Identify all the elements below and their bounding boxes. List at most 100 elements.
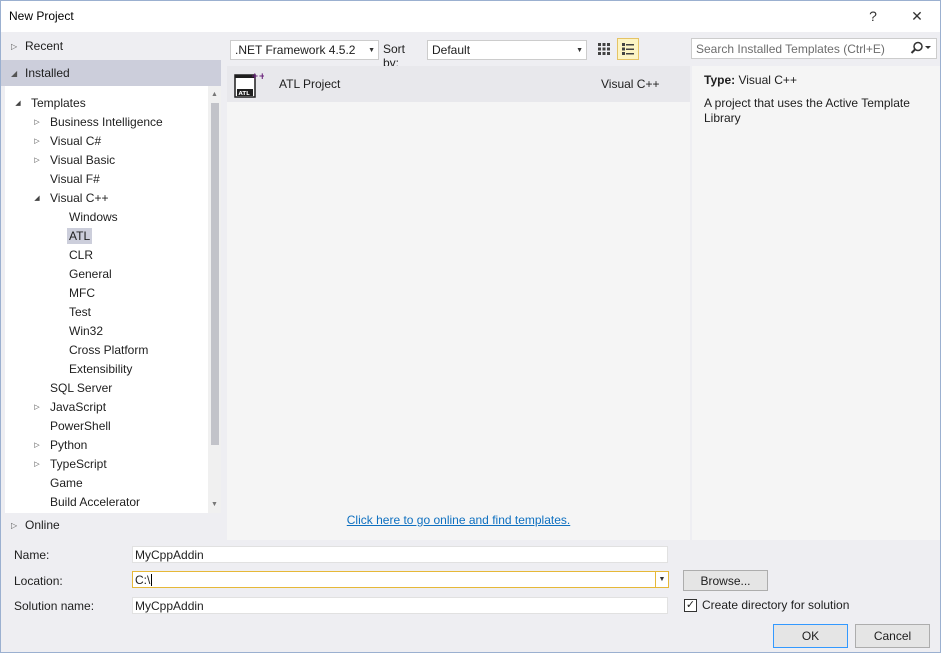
tree-item-mfc[interactable]: MFC <box>51 283 97 302</box>
collapsed-arrow-icon[interactable]: ▷ <box>32 156 42 164</box>
tree-item-game[interactable]: Game <box>32 473 85 492</box>
tree-item-business-intelligence[interactable]: ▷ Business Intelligence <box>32 112 165 131</box>
tree-item-label: Visual C++ <box>50 190 109 205</box>
tree-item-javascript[interactable]: ▷ JavaScript <box>32 397 108 416</box>
tree-item-win32[interactable]: Win32 <box>51 321 105 340</box>
tree-item-cross-platform[interactable]: Cross Platform <box>51 340 150 359</box>
search-placeholder: Search Installed Templates (Ctrl+E) <box>696 41 885 56</box>
tree-item-visual-f[interactable]: Visual F# <box>32 169 102 188</box>
search-templates-input[interactable]: Search Installed Templates (Ctrl+E) <box>691 38 937 59</box>
details-view-button[interactable] <box>617 38 639 60</box>
tree-item-label: Extensibility <box>69 361 133 376</box>
tree-item-visual-c[interactable]: ▷ Visual C# <box>32 131 103 150</box>
template-name: ATL Project <box>279 77 341 91</box>
expanded-arrow-icon[interactable]: ◢ <box>32 194 42 202</box>
solution-name-label: Solution name: <box>14 599 95 613</box>
tree-item-general[interactable]: General <box>51 264 114 283</box>
small-icons-view-button[interactable] <box>593 38 615 60</box>
template-details-pane: Type: Visual C++ A project that uses the… <box>692 66 940 540</box>
checkmark-icon: ✓ <box>685 598 696 611</box>
nav-recent[interactable]: ▷ Recent <box>1 34 221 58</box>
template-item-atl-project[interactable]: ATL ++ ATL Project Visual C++ <box>227 66 690 102</box>
solution-name-value: MyCppAddin <box>135 598 204 613</box>
template-list: ATL ++ ATL Project Visual C++ Click here… <box>227 66 690 540</box>
collapsed-arrow-icon[interactable]: ▷ <box>32 460 42 468</box>
close-icon: ✕ <box>911 7 923 24</box>
chevron-down-icon[interactable]: ▼ <box>655 572 668 587</box>
framework-dropdown[interactable]: .NET Framework 4.5.2 ▼ <box>230 40 379 60</box>
collapsed-arrow-icon[interactable]: ▷ <box>32 137 42 145</box>
tree-item-python[interactable]: ▷ Python <box>32 435 89 454</box>
ok-button[interactable]: OK <box>773 624 848 648</box>
tree-item-label: ATL <box>67 227 93 244</box>
chevron-down-icon: ▼ <box>368 47 375 54</box>
collapsed-arrow-icon[interactable]: ▷ <box>32 403 42 411</box>
sort-dropdown[interactable]: Default ▼ <box>427 40 587 60</box>
template-language: Visual C++ <box>601 77 660 91</box>
help-button[interactable]: ? <box>859 5 887 27</box>
title-bar: New Project ? ✕ <box>1 1 940 32</box>
dialog-title: New Project <box>9 9 74 23</box>
create-directory-option[interactable]: ✓ Create directory for solution <box>684 598 849 612</box>
help-icon: ? <box>869 8 877 24</box>
solution-name-field[interactable]: MyCppAddin <box>132 597 668 614</box>
tree-item-visual-basic[interactable]: ▷ Visual Basic <box>32 150 117 169</box>
tree-item-atl[interactable]: ATL <box>51 226 93 245</box>
grid-view-icon <box>598 43 610 55</box>
sort-value: Default <box>432 43 471 57</box>
tree-item-windows[interactable]: Windows <box>51 207 120 226</box>
tree-item-label: TypeScript <box>50 456 107 471</box>
location-label: Location: <box>14 574 63 588</box>
scroll-down-icon[interactable]: ▼ <box>208 498 221 511</box>
tree-item-label: Test <box>69 304 92 319</box>
tree-item-label: SQL Server <box>50 380 113 395</box>
tree-item-typescript[interactable]: ▷ TypeScript <box>32 454 109 473</box>
tree-scrollbar[interactable]: ▲ ▼ <box>208 86 221 513</box>
tree-item-label: CLR <box>69 247 94 262</box>
tree-item-label: Build Accelerator <box>50 494 141 509</box>
tree-item-clr[interactable]: CLR <box>51 245 95 264</box>
tree-item-label: Visual C# <box>50 133 102 148</box>
tree-item-label: Windows <box>69 209 118 224</box>
svg-text:ATL: ATL <box>239 91 251 97</box>
nav-installed[interactable]: ◢ Installed <box>1 60 221 86</box>
left-nav-pane: ▷ Recent ◢ Installed ◢ Templates ▷ Business… <box>1 32 221 541</box>
close-button[interactable]: ✕ <box>903 5 931 27</box>
tree-item-label: Python <box>50 437 88 452</box>
location-combobox[interactable]: C:\ ▼ <box>132 571 669 588</box>
list-view-icon <box>622 43 634 55</box>
name-field[interactable]: MyCppAddin <box>132 546 668 563</box>
collapsed-arrow-icon[interactable]: ▷ <box>32 441 42 449</box>
tree-item-label: Visual Basic <box>50 152 116 167</box>
tree-item-powershell[interactable]: PowerShell <box>32 416 113 435</box>
expanded-arrow-icon[interactable]: ◢ <box>13 99 23 107</box>
search-icon[interactable] <box>910 41 932 58</box>
tree-item-label: Game <box>50 475 83 490</box>
expanded-arrow-icon: ◢ <box>11 68 18 78</box>
name-label: Name: <box>14 548 50 562</box>
tree-item-label: JavaScript <box>50 399 107 414</box>
tree-item-label: Templates <box>31 95 86 110</box>
cancel-button[interactable]: Cancel <box>855 624 930 648</box>
browse-button[interactable]: Browse... <box>683 570 768 591</box>
scroll-thumb[interactable] <box>211 103 219 445</box>
create-directory-checkbox[interactable]: ✓ <box>684 598 697 612</box>
tree-item-sql-server[interactable]: SQL Server <box>32 378 114 397</box>
find-online-templates-link[interactable]: Click here to go online and find templat… <box>227 513 690 527</box>
tree-item-extensibility[interactable]: Extensibility <box>51 359 134 378</box>
tree-item-label: Win32 <box>69 323 104 338</box>
type-line: Type: Visual C++ <box>704 73 797 87</box>
collapsed-arrow-icon[interactable]: ▷ <box>32 118 42 126</box>
framework-value: .NET Framework 4.5.2 <box>235 43 356 57</box>
tree-item-build-accelerator[interactable]: Build Accelerator <box>32 492 142 511</box>
tree-item-test[interactable]: Test <box>51 302 93 321</box>
svg-text:++: ++ <box>251 72 264 82</box>
tree-item-label: Business Intelligence <box>50 114 163 129</box>
tree-item-templates[interactable]: ◢ Templates <box>13 93 88 112</box>
type-label: Type: <box>704 73 736 87</box>
tree-item-visual-c[interactable]: ◢ Visual C++ <box>32 188 110 207</box>
type-value: Visual C++ <box>738 73 797 87</box>
nav-online[interactable]: ▷ Online <box>1 513 221 537</box>
chevron-down-icon: ▼ <box>576 47 583 54</box>
scroll-up-icon[interactable]: ▲ <box>208 88 221 101</box>
